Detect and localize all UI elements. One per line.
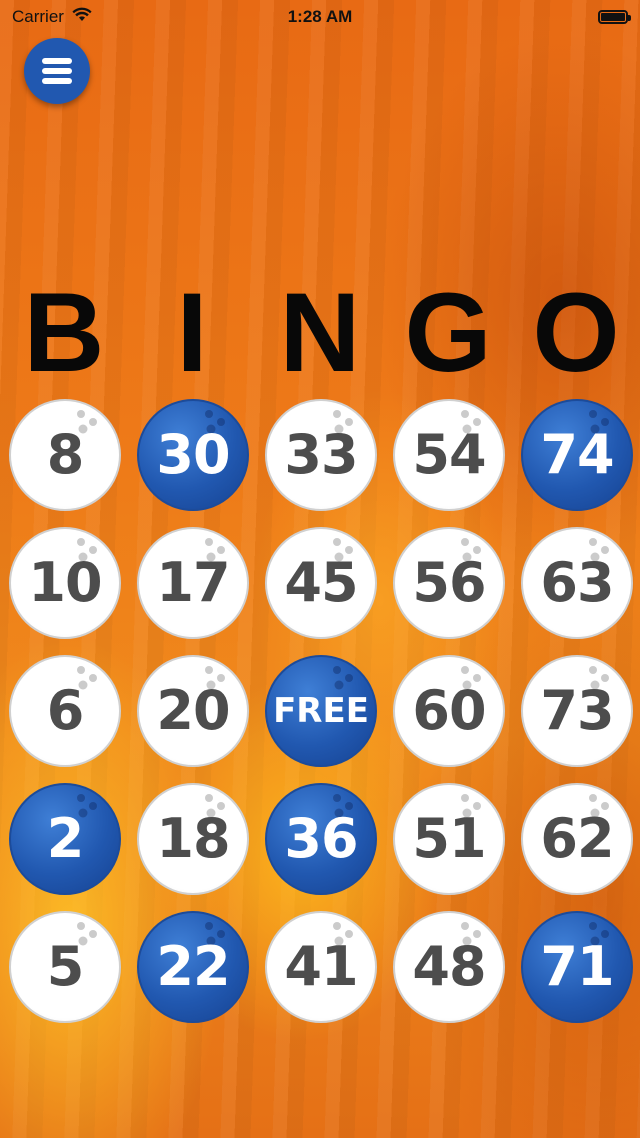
ball-number: 60 (412, 679, 486, 742)
carrier-label: Carrier (12, 7, 64, 26)
bingo-ball[interactable]: 17 (137, 527, 249, 639)
bingo-ball[interactable]: 10 (9, 527, 121, 639)
bingo-ball[interactable]: 51 (393, 783, 505, 895)
ball-number: 73 (540, 679, 614, 742)
bingo-ball[interactable]: 36 (265, 783, 377, 895)
ball-number: 41 (284, 935, 358, 998)
wifi-icon (72, 7, 92, 27)
bingo-ball[interactable]: 60 (393, 655, 505, 767)
header-letter-b: B (23, 270, 105, 395)
ball-number: 45 (284, 551, 358, 614)
ball-number: 17 (156, 551, 230, 614)
ball-number: FREE (273, 691, 369, 731)
bingo-ball[interactable]: 74 (521, 399, 633, 511)
bingo-ball[interactable]: 63 (521, 527, 633, 639)
ball-number: 30 (156, 423, 230, 486)
bingo-ball[interactable]: 6 (9, 655, 121, 767)
bingo-ball[interactable]: 54 (393, 399, 505, 511)
bingo-ball[interactable]: 18 (137, 783, 249, 895)
hamburger-menu-icon (42, 58, 72, 84)
bingo-ball[interactable]: 33 (265, 399, 377, 511)
status-left: Carrier (12, 7, 92, 27)
bingo-ball[interactable]: 48 (393, 911, 505, 1023)
bingo-ball[interactable]: 22 (137, 911, 249, 1023)
bingo-header: B I N G O (0, 270, 640, 395)
bingo-ball[interactable]: 56 (393, 527, 505, 639)
ball-number: 51 (412, 807, 486, 870)
bingo-ball[interactable]: 20 (137, 655, 249, 767)
battery-icon (598, 10, 631, 24)
status-bar: Carrier 1:28 AM (0, 0, 640, 34)
status-time: 1:28 AM (287, 7, 353, 26)
ball-number: 2 (46, 807, 85, 870)
battery-level (601, 13, 625, 21)
ball-number: 36 (284, 807, 358, 870)
bingo-ball[interactable]: 8 (9, 399, 121, 511)
ball-number: 6 (46, 679, 85, 742)
bingo-ball[interactable]: 62 (521, 783, 633, 895)
ball-number: 22 (156, 935, 230, 998)
bingo-ball[interactable]: 5 (9, 911, 121, 1023)
ball-number: 62 (540, 807, 614, 870)
menu-button[interactable] (24, 38, 90, 104)
header-letter-n: N (279, 270, 361, 395)
ball-number: 54 (412, 423, 486, 486)
ball-number: 18 (156, 807, 230, 870)
header-letter-o: O (532, 270, 620, 395)
bingo-ball[interactable]: 71 (521, 911, 633, 1023)
ball-number: 71 (540, 935, 614, 998)
header-letter-g: G (404, 270, 492, 395)
bingo-ball[interactable]: 30 (137, 399, 249, 511)
bingo-ball[interactable]: 45 (265, 527, 377, 639)
bingo-ball[interactable]: 41 (265, 911, 377, 1023)
ball-number: 33 (284, 423, 358, 486)
ball-number: 63 (540, 551, 614, 614)
header-letter-i: I (176, 270, 208, 395)
ball-number: 20 (156, 679, 230, 742)
bingo-ball[interactable]: 2 (9, 783, 121, 895)
ball-number: 74 (540, 423, 614, 486)
ball-number: 5 (46, 935, 85, 998)
ball-number: 48 (412, 935, 486, 998)
ball-number: 10 (28, 551, 102, 614)
ball-number: 56 (412, 551, 486, 614)
ball-number: 8 (46, 423, 85, 486)
bingo-ball[interactable]: 73 (521, 655, 633, 767)
free-space-ball[interactable]: FREE (265, 655, 377, 767)
